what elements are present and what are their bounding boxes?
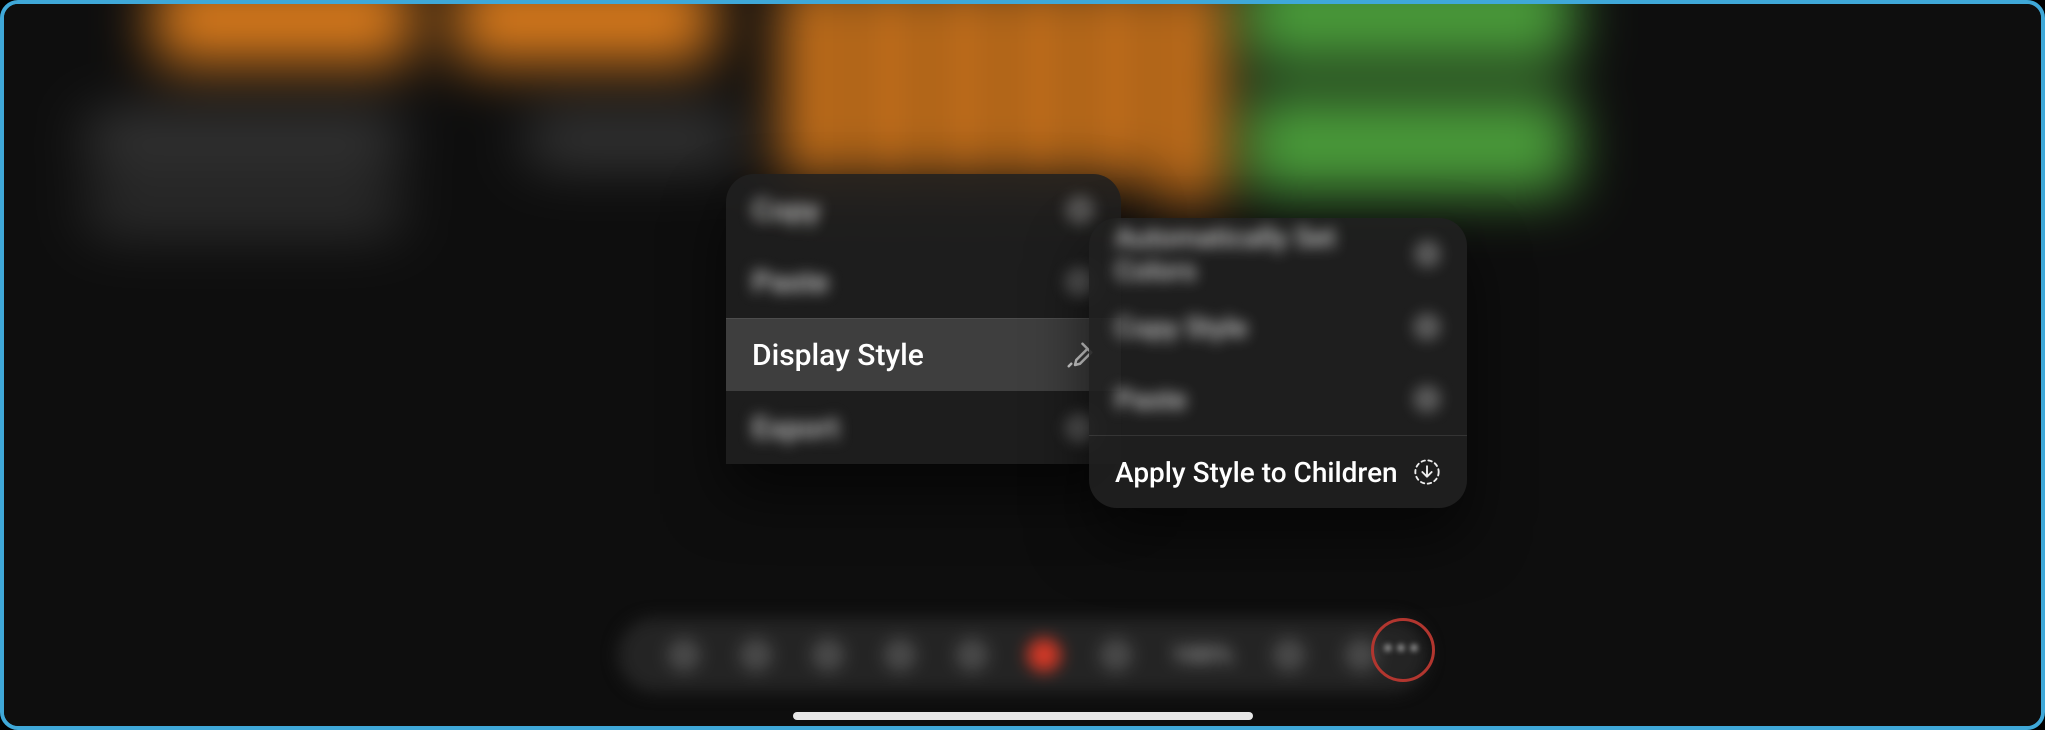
- menu-item-display-style[interactable]: Display Style: [726, 318, 1121, 391]
- toolbar-button-2[interactable]: [739, 638, 773, 672]
- menu-item-label: Export: [752, 411, 839, 446]
- wand-icon: [1414, 240, 1441, 268]
- submenu-item-auto-colors[interactable]: Automatically Set Colors: [1089, 218, 1467, 290]
- submenu-item-paste[interactable]: Paste: [1089, 363, 1467, 435]
- toolbar-zoom-label: 100%: [1171, 641, 1234, 669]
- toolbar-button-1[interactable]: [667, 638, 701, 672]
- context-menu: Copy Paste Display Style Export: [726, 174, 1121, 464]
- submenu-item-apply-children[interactable]: Apply Style to Children: [1089, 435, 1467, 508]
- paste-icon: [1413, 385, 1441, 413]
- home-indicator: [793, 712, 1253, 720]
- toolbar-record-button[interactable]: [1027, 638, 1061, 672]
- submenu-item-label: Copy Style: [1115, 311, 1248, 344]
- menu-item-export[interactable]: Export: [726, 391, 1121, 464]
- app-frame: 100% ••• Copy Paste Display Style Expor: [0, 0, 2045, 730]
- toolbar-button-5[interactable]: [955, 638, 989, 672]
- menu-item-label: Paste: [752, 265, 829, 300]
- toolbar-zoom-in[interactable]: [1272, 638, 1306, 672]
- submenu-item-copy-style[interactable]: Copy Style: [1089, 290, 1467, 363]
- submenu-item-label: Paste: [1115, 383, 1187, 416]
- copy-icon: [1413, 313, 1441, 341]
- submenu-display-style: Automatically Set Colors Copy Style Past…: [1089, 218, 1467, 508]
- menu-item-paste[interactable]: Paste: [726, 246, 1121, 318]
- menu-item-label: Display Style: [752, 338, 924, 373]
- toolbar-zoom-out[interactable]: [1099, 638, 1133, 672]
- toolbar-button-3[interactable]: [811, 638, 845, 672]
- download-circle-icon: [1413, 458, 1441, 486]
- menu-item-copy[interactable]: Copy: [726, 174, 1121, 246]
- toolbar-more-button[interactable]: •••: [1371, 618, 1435, 682]
- submenu-item-label: Automatically Set Colors: [1115, 221, 1414, 287]
- submenu-item-label: Apply Style to Children: [1115, 456, 1398, 489]
- menu-item-label: Copy: [752, 193, 820, 228]
- bottom-toolbar: 100%: [618, 618, 1428, 692]
- toolbar-button-4[interactable]: [883, 638, 917, 672]
